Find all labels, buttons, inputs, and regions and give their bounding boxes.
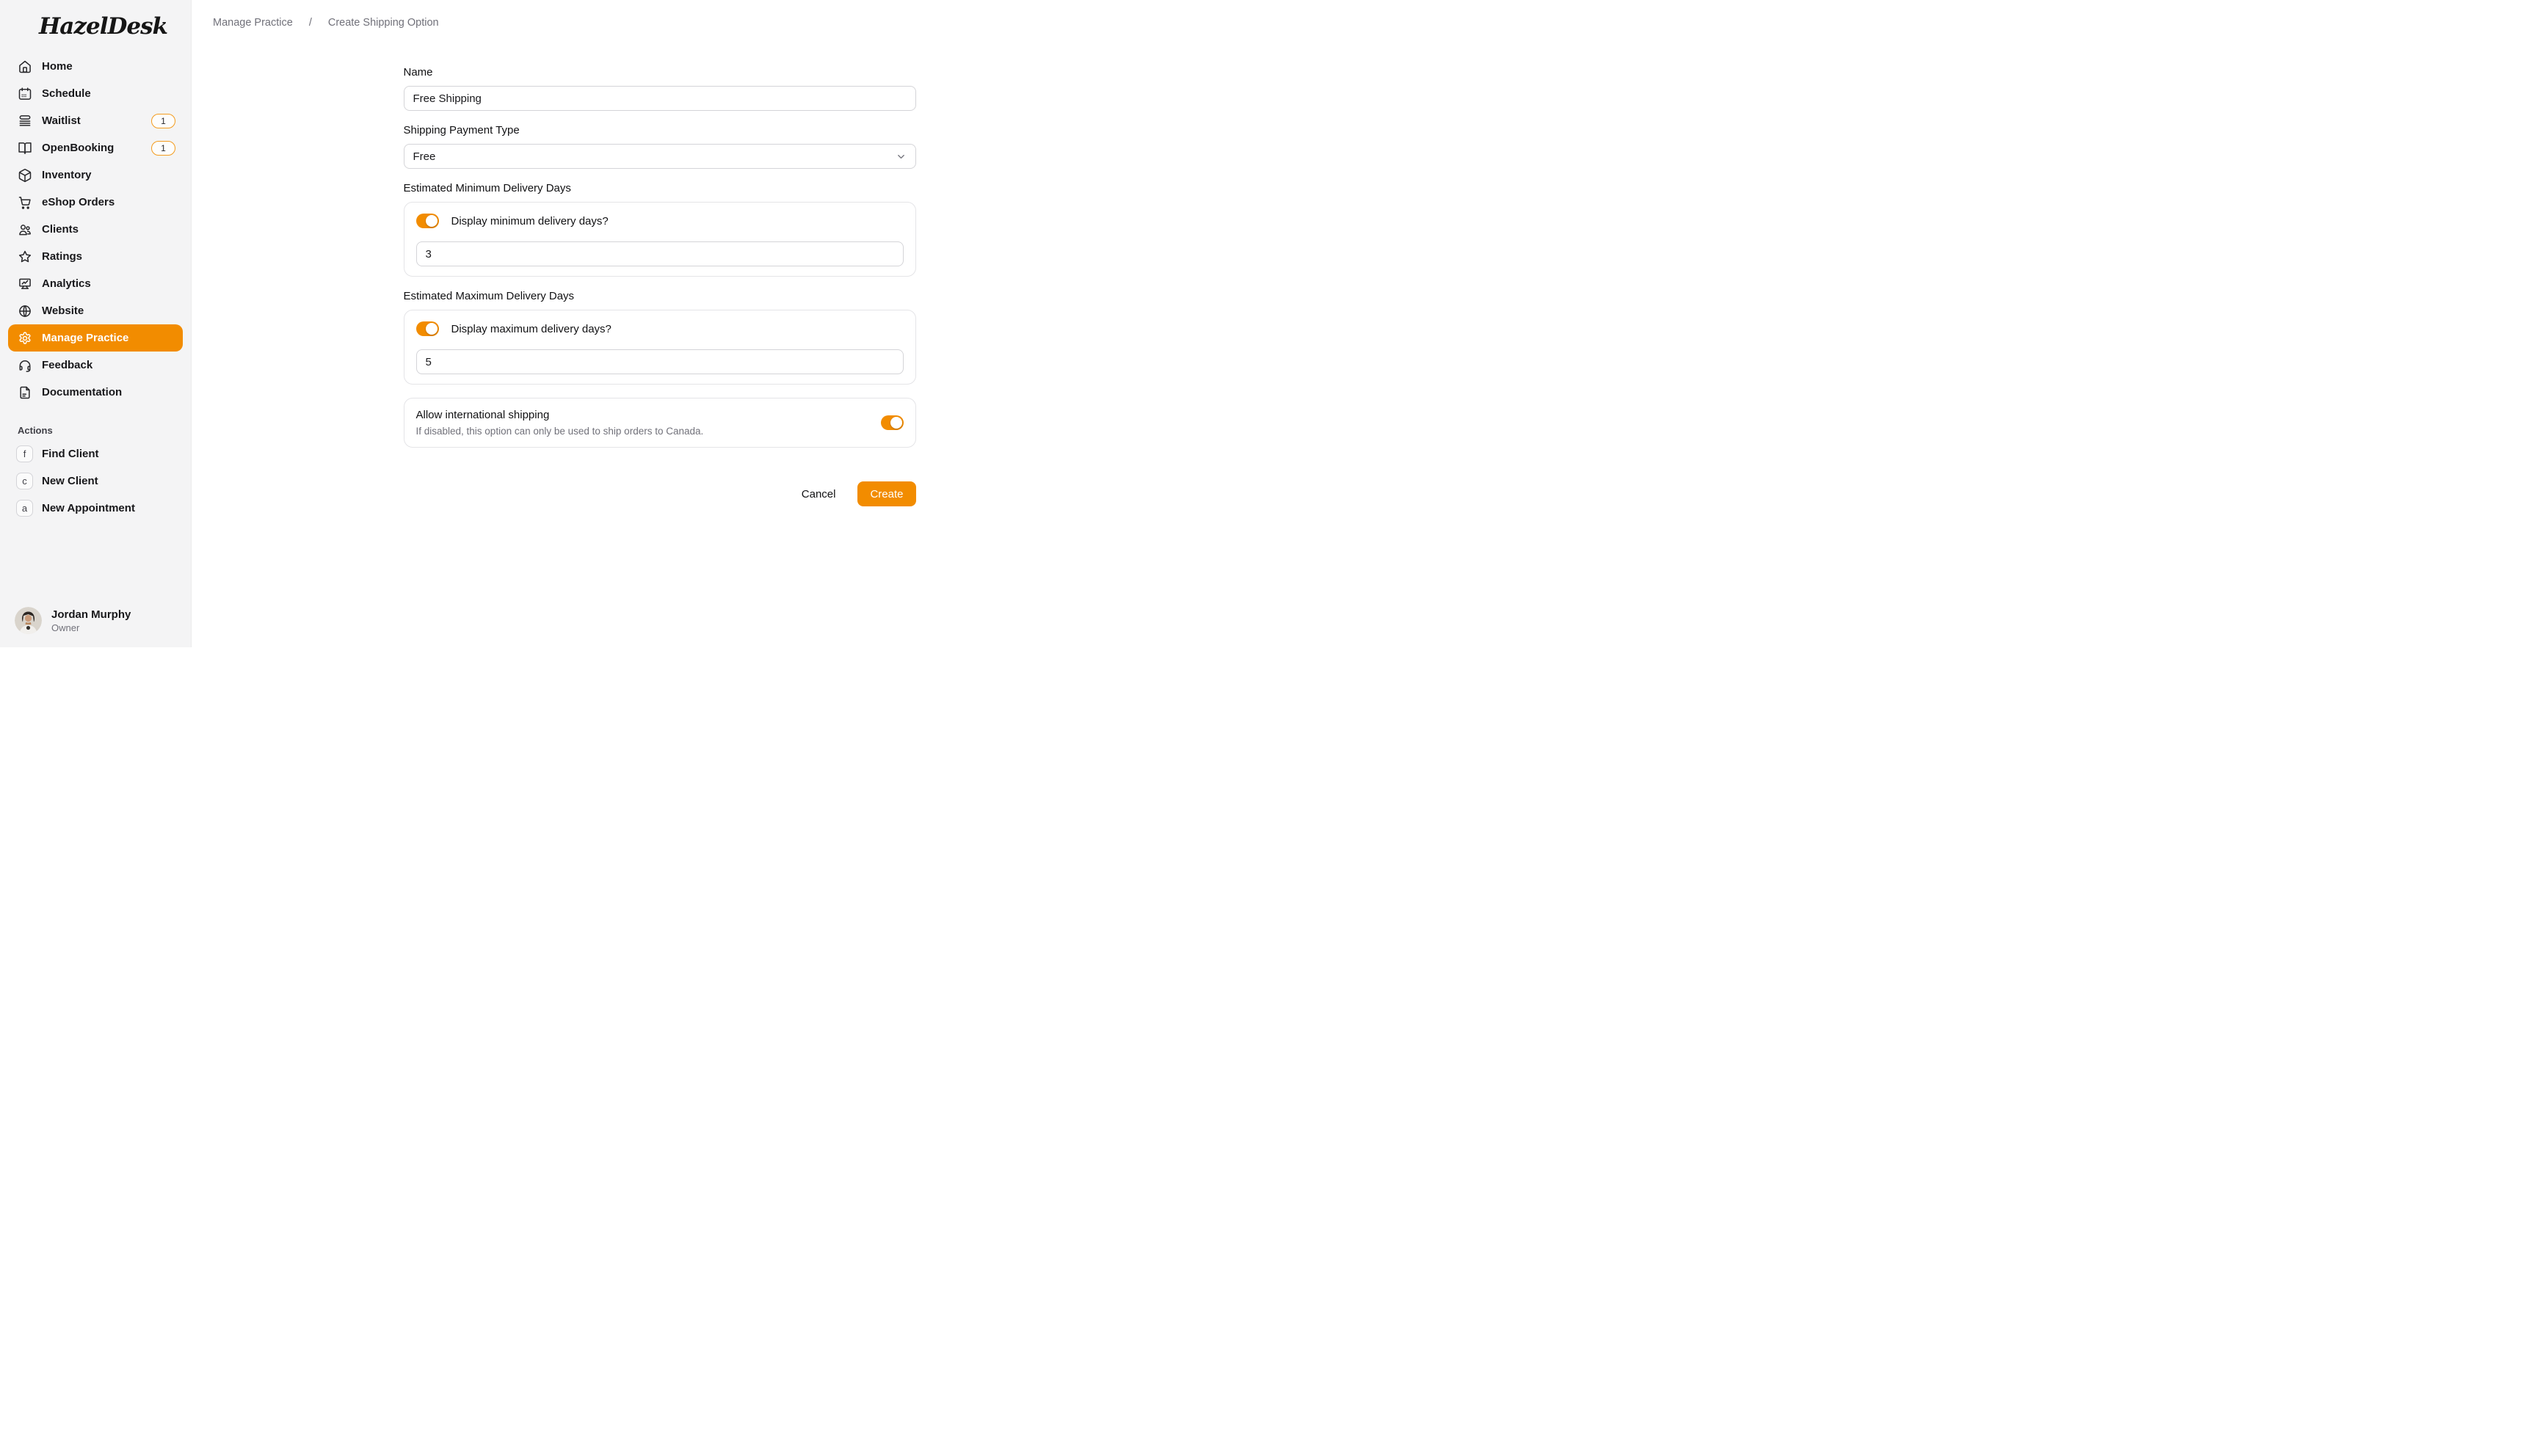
sidebar-item-label: Manage Practice (42, 332, 128, 344)
sidebar-nav: Home Schedule Waitlist 1 OpenBooking 1 (8, 53, 183, 406)
sidebar-item-analytics[interactable]: Analytics (8, 270, 183, 297)
payment-type-select[interactable]: Free (404, 144, 916, 169)
sidebar-item-ratings[interactable]: Ratings (8, 243, 183, 270)
action-label: Find Client (42, 448, 99, 460)
min-days-card: Display minimum delivery days? (404, 202, 916, 277)
globe-icon (18, 304, 32, 318)
sidebar-item-label: OpenBooking (42, 142, 114, 154)
calendar-icon (18, 87, 32, 101)
international-shipping-card: Allow international shipping If disabled… (404, 398, 916, 448)
sidebar-item-inventory[interactable]: Inventory (8, 161, 183, 189)
toggle-knob (426, 215, 438, 227)
shortcut-key-a: a (16, 500, 33, 517)
profile-name: Jordan Murphy (51, 608, 131, 621)
breadcrumb-manage-practice[interactable]: Manage Practice (213, 17, 293, 29)
create-button[interactable]: Create (857, 481, 915, 506)
cancel-button[interactable]: Cancel (799, 484, 839, 505)
sidebar-item-label: Documentation (42, 386, 122, 398)
shortcut-key-f: f (16, 445, 33, 462)
action-find-client[interactable]: f Find Client (8, 440, 183, 467)
waitlist-count-badge: 1 (151, 114, 175, 128)
form-buttons: Cancel Create (404, 481, 916, 506)
toggle-knob (426, 323, 438, 335)
max-days-input[interactable] (416, 349, 904, 374)
international-shipping-description: If disabled, this option can only be use… (416, 426, 704, 437)
payment-type-field-group: Shipping Payment Type Free (404, 124, 916, 169)
sidebar-item-documentation[interactable]: Documentation (8, 379, 183, 406)
sidebar-item-label: Feedback (42, 359, 92, 371)
shortcut-key-c: c (16, 473, 33, 489)
max-days-toggle-label: Display maximum delivery days? (451, 323, 611, 335)
max-days-toggle-row: Display maximum delivery days? (416, 321, 904, 336)
breadcrumb-separator: / (309, 17, 312, 29)
package-icon (18, 168, 32, 183)
sidebar-item-eshop-orders[interactable]: eShop Orders (8, 189, 183, 216)
sidebar-item-label: Website (42, 305, 84, 317)
create-shipping-option-form: Name Shipping Payment Type Free Estimate… (404, 66, 916, 506)
main-content: Manage Practice / Create Shipping Option… (192, 0, 1128, 647)
min-days-toggle[interactable] (416, 214, 439, 228)
home-icon (18, 59, 32, 74)
sidebar-item-label: Ratings (42, 250, 82, 263)
sidebar-item-clients[interactable]: Clients (8, 216, 183, 243)
action-label: New Client (42, 475, 98, 487)
headset-icon (18, 358, 32, 373)
app-logo: HazelDesk (8, 10, 183, 53)
action-new-appointment[interactable]: a New Appointment (8, 495, 183, 522)
sidebar-item-label: Waitlist (42, 114, 81, 127)
min-days-toggle-row: Display minimum delivery days? (416, 214, 904, 228)
sidebar-item-label: Home (42, 60, 73, 73)
name-field-group: Name (404, 66, 916, 111)
sidebar-item-label: Clients (42, 223, 79, 236)
sidebar-item-openbooking[interactable]: OpenBooking 1 (8, 134, 183, 161)
sidebar-item-label: Schedule (42, 87, 91, 100)
list-icon (18, 114, 32, 128)
sidebar-item-waitlist[interactable]: Waitlist 1 (8, 107, 183, 134)
sidebar-item-schedule[interactable]: Schedule (8, 80, 183, 107)
actions-heading: Actions (18, 425, 183, 436)
users-icon (18, 222, 32, 237)
sidebar-item-label: Inventory (42, 169, 92, 181)
max-days-card: Display maximum delivery days? (404, 310, 916, 385)
name-label: Name (404, 66, 916, 79)
breadcrumb: Manage Practice / Create Shipping Option (192, 0, 1128, 29)
openbooking-count-badge: 1 (151, 141, 175, 156)
payment-type-selected-value: Free (413, 150, 436, 163)
sidebar-item-website[interactable]: Website (8, 297, 183, 324)
international-shipping-toggle[interactable] (881, 415, 904, 430)
sidebar-item-home[interactable]: Home (8, 53, 183, 80)
min-days-toggle-label: Display minimum delivery days? (451, 215, 609, 228)
international-shipping-text: Allow international shipping If disabled… (416, 409, 704, 437)
document-icon (18, 385, 32, 400)
sidebar-item-label: Analytics (42, 277, 91, 290)
profile-role: Owner (51, 622, 131, 633)
user-profile[interactable]: Jordan Murphy Owner (8, 607, 183, 634)
book-open-icon (18, 141, 32, 156)
star-icon (18, 250, 32, 264)
avatar (15, 607, 42, 634)
payment-type-label: Shipping Payment Type (404, 124, 916, 136)
max-days-toggle[interactable] (416, 321, 439, 336)
min-days-input[interactable] (416, 241, 904, 266)
gear-icon (18, 331, 32, 346)
toggle-knob (890, 417, 902, 429)
breadcrumb-current: Create Shipping Option (328, 17, 439, 29)
sidebar-item-feedback[interactable]: Feedback (8, 352, 183, 379)
name-input[interactable] (404, 86, 916, 111)
shopping-cart-icon (18, 195, 32, 210)
chevron-down-icon (896, 151, 907, 162)
min-days-label: Estimated Minimum Delivery Days (404, 182, 916, 194)
chart-board-icon (18, 277, 32, 291)
sidebar-item-label: eShop Orders (42, 196, 115, 208)
international-shipping-title: Allow international shipping (416, 409, 704, 421)
max-days-label: Estimated Maximum Delivery Days (404, 290, 916, 302)
sidebar-item-manage-practice[interactable]: Manage Practice (8, 324, 183, 352)
max-days-field-group: Estimated Maximum Delivery Days Display … (404, 290, 916, 385)
min-days-field-group: Estimated Minimum Delivery Days Display … (404, 182, 916, 277)
action-new-client[interactable]: c New Client (8, 467, 183, 495)
sidebar: HazelDesk Home Schedule Waitlist 1 O (0, 0, 192, 647)
action-label: New Appointment (42, 502, 135, 514)
